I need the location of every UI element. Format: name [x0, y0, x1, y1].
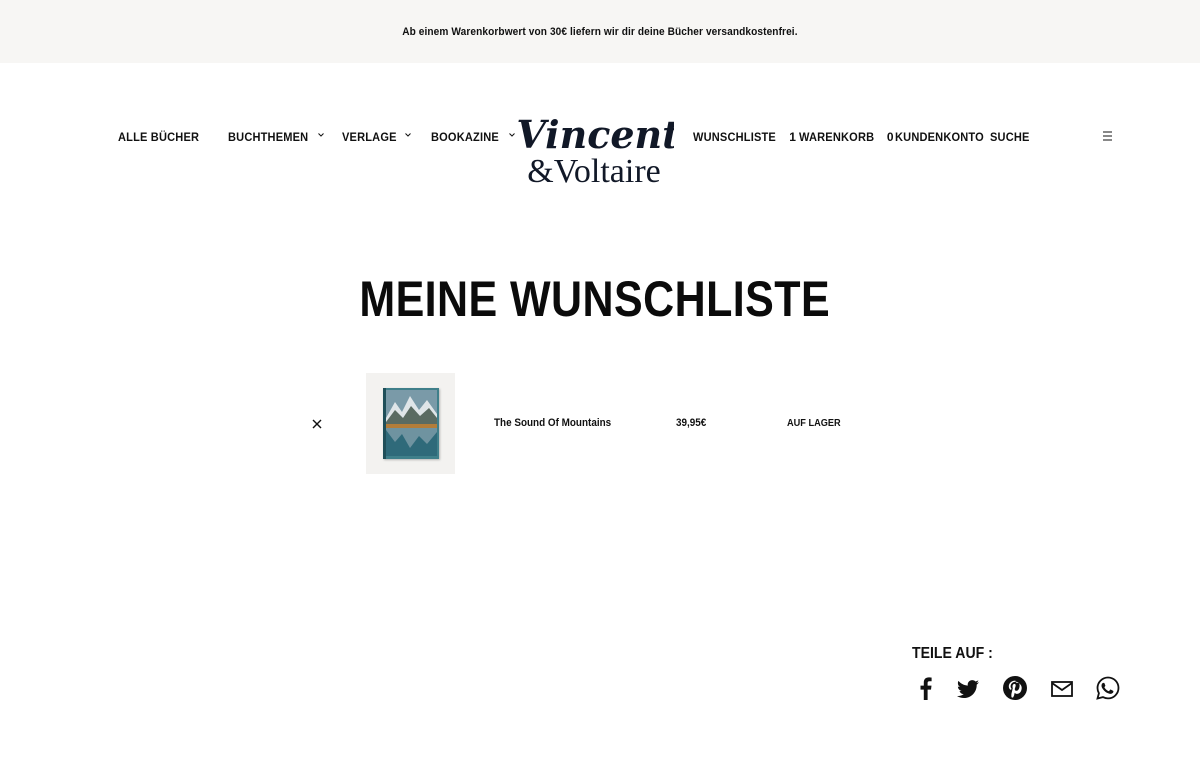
nav-account-label: KUNDENKONTO — [895, 130, 984, 144]
twitter-icon[interactable] — [955, 675, 981, 701]
nav-bookazine[interactable]: BOOKAZINE — [431, 130, 516, 144]
nav-all-books[interactable]: ALLE BÜCHER — [118, 130, 206, 144]
nav-topics-label: BUCHTHEMEN — [228, 130, 309, 144]
product-price-text: 39,95€ — [676, 417, 707, 429]
product-name[interactable]: The Sound Of Mountains — [494, 417, 624, 429]
hamburger-menu-icon[interactable] — [1100, 130, 1114, 142]
wishlist-count: 1 — [789, 130, 797, 144]
nav-all-books-label: ALLE BÜCHER — [118, 130, 200, 144]
email-icon[interactable] — [1049, 675, 1075, 701]
cart-count: 0 — [886, 130, 894, 144]
remove-item-icon[interactable] — [311, 418, 323, 430]
share-title: TEILE AUF : — [912, 645, 1004, 663]
brand-logo[interactable]: Vincent &Voltaire — [518, 104, 674, 190]
chevron-down-icon — [405, 133, 412, 137]
nav-bookazine-label: BOOKAZINE — [431, 130, 499, 144]
nav-wishlist-label: WUNSCHLISTE — [693, 130, 776, 144]
product-thumbnail[interactable] — [366, 373, 455, 474]
nav-account[interactable]: KUNDENKONTO — [895, 130, 992, 144]
product-name-text: The Sound Of Mountains — [494, 417, 612, 429]
nav-topics[interactable]: BUCHTHEMEN — [228, 130, 325, 144]
logo-line2: &Voltaire — [527, 153, 660, 190]
stock-status-text: AUF LAGER — [787, 418, 841, 429]
nav-search-label: SUCHE — [990, 130, 1030, 144]
stock-status: AUF LAGER — [787, 418, 845, 429]
chevron-down-icon — [318, 133, 325, 137]
share-title-text: TEILE AUF : — [912, 645, 993, 662]
nav-cart[interactable]: WARENKORB 0 — [799, 130, 894, 144]
nav-wishlist[interactable]: WUNSCHLISTE 1 — [693, 130, 796, 144]
facebook-icon[interactable] — [913, 675, 939, 701]
page-title-text: MEINE WUNSCHLISTE — [359, 271, 831, 327]
chevron-down-icon — [508, 133, 515, 137]
logo-line1: Vincent — [518, 112, 674, 157]
pinterest-icon[interactable] — [1002, 675, 1028, 701]
nav-cart-label: WARENKORB — [799, 130, 875, 144]
promo-bar: Ab einem Warenkorbwert von 30€ liefern w… — [0, 0, 1200, 63]
page-title: MEINE WUNSCHLISTE — [0, 270, 1190, 328]
nav-publishers-label: VERLAGE — [342, 130, 397, 144]
book-cover-image — [382, 388, 439, 459]
nav-publishers[interactable]: VERLAGE — [342, 130, 412, 144]
whatsapp-icon[interactable] — [1095, 675, 1121, 701]
promo-text: Ab einem Warenkorbwert von 30€ liefern w… — [402, 25, 798, 38]
product-price: 39,95€ — [676, 417, 710, 429]
nav-search[interactable]: SUCHE — [990, 130, 1033, 144]
